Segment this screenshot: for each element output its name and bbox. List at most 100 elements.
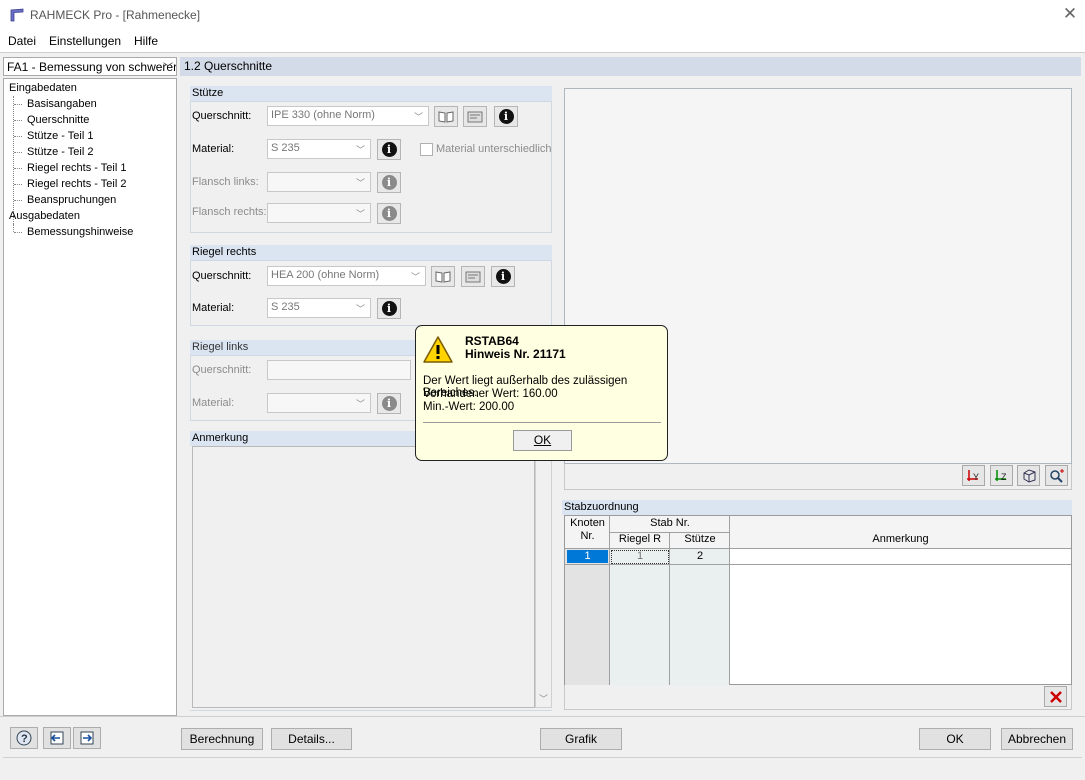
view-y-button[interactable]: Y: [962, 465, 985, 486]
design-case-select[interactable]: FA1 - Bemessung von schwerer ﹀: [3, 57, 177, 76]
zoom-icon: [1049, 469, 1064, 483]
group-title-stabzuordnung: Stabzuordnung: [562, 500, 1072, 515]
tree-connector: [14, 168, 22, 169]
section-edit-button[interactable]: [463, 106, 487, 127]
header-knoten-nr: Nr.: [580, 530, 595, 542]
flansch-links-info-button[interactable]: i: [377, 172, 401, 193]
header-knoten: Knoten: [570, 517, 605, 529]
riegel-links-material-info-button[interactable]: i: [377, 393, 401, 414]
next-page-button[interactable]: [73, 727, 101, 749]
tree-connector: [14, 232, 22, 233]
tree-item-riegel-rechts-teil-1[interactable]: Riegel rechts - Teil 1: [27, 162, 126, 174]
stuetze-querschnitt-value: IPE 330 (ohne Norm): [271, 109, 375, 121]
menu-datei[interactable]: Datei: [8, 34, 36, 48]
riegel-rechts-querschnitt-info-button[interactable]: i: [491, 266, 515, 287]
delete-row-button[interactable]: [1044, 686, 1067, 707]
grid-line: [729, 516, 730, 685]
divider: [190, 710, 552, 711]
zoom-reset-button[interactable]: [1045, 465, 1068, 486]
app-icon: [9, 7, 25, 23]
info-icon: i: [381, 175, 397, 190]
berechnung-button[interactable]: Berechnung: [181, 728, 263, 750]
cell-stuetze[interactable]: 2: [670, 550, 730, 562]
flansch-links-label: Flansch links:: [192, 176, 259, 188]
riegel-links-material-select[interactable]: ﹀: [267, 393, 371, 413]
material-unterschiedlich-label: Material unterschiedlich: [436, 143, 552, 155]
ok-button[interactable]: OK: [919, 728, 991, 750]
tree-item-eingabedaten[interactable]: Eingabedaten: [9, 82, 77, 94]
tree-item-beanspruchungen[interactable]: Beanspruchungen: [27, 194, 116, 206]
riegel-rechts-material-select[interactable]: S 235 ﹀: [267, 298, 371, 318]
design-case-value: FA1 - Bemessung von schwerer: [7, 60, 177, 74]
dialog-current-value: Vorhandener Wert: 160.00: [423, 388, 558, 400]
riegel-rechts-material-info-button[interactable]: i: [377, 298, 401, 319]
chevron-down-icon: ﹀: [355, 304, 365, 314]
stuetze-material-select[interactable]: S 235 ﹀: [267, 139, 371, 159]
library-book-button[interactable]: [434, 106, 458, 127]
divider: [0, 716, 1085, 717]
header-stab-nr: Stab Nr.: [650, 517, 690, 529]
riegel-rechts-querschnitt-label: Querschnitt:: [192, 270, 252, 282]
menu-einstellungen[interactable]: Einstellungen: [49, 34, 121, 48]
table-toolbar: [564, 685, 1072, 710]
view-3d-button[interactable]: [1017, 465, 1040, 486]
tree-item-bemessungshinweise[interactable]: Bemessungshinweise: [27, 226, 133, 238]
riegel-links-querschnitt-select[interactable]: [267, 360, 411, 380]
grid-line: [565, 564, 1071, 565]
book-icon: [435, 271, 451, 283]
riegel-rechts-querschnitt-value: HEA 200 (ohne Norm): [271, 269, 380, 281]
tree-connector: [14, 136, 22, 137]
flansch-rechts-info-button[interactable]: i: [377, 203, 401, 224]
tree-item-stuetze-teil-2[interactable]: Stütze - Teil 2: [27, 146, 93, 158]
library-book-button[interactable]: [431, 266, 455, 287]
grafik-button[interactable]: Grafik: [540, 728, 622, 750]
anmerkung-textarea[interactable]: [192, 446, 535, 708]
tree-connector: [14, 200, 22, 201]
tree-connector: [14, 104, 22, 105]
status-bar: [3, 757, 1082, 777]
riegel-rechts-material-label: Material:: [192, 302, 235, 314]
help-button[interactable]: ?: [10, 727, 38, 749]
dialog-separator: [423, 422, 661, 423]
riegel-rechts-material-value: S 235: [271, 301, 300, 313]
tree-item-stuetze-teil-1[interactable]: Stütze - Teil 1: [27, 130, 93, 142]
dialog-subtitle: Hinweis Nr. 21171: [465, 347, 566, 361]
previous-page-button[interactable]: [43, 727, 71, 749]
view-y-icon: Y: [966, 470, 979, 482]
abbrechen-button[interactable]: Abbrechen: [1001, 728, 1073, 750]
tree-item-basisangaben[interactable]: Basisangaben: [27, 98, 97, 110]
flansch-links-select[interactable]: ﹀: [267, 172, 371, 192]
stuetze-material-info-button[interactable]: i: [377, 139, 401, 160]
section-edit-icon: [465, 271, 481, 283]
arrow-right-icon: [80, 731, 94, 745]
close-icon[interactable]: ✕: [1061, 5, 1079, 23]
section-edit-button[interactable]: [461, 266, 485, 287]
tree-connector: [14, 120, 22, 121]
dialog-min-value: Min.-Wert: 200.00: [423, 401, 515, 413]
riegel-rechts-querschnitt-select[interactable]: HEA 200 (ohne Norm) ﹀: [267, 266, 426, 286]
menu-hilfe[interactable]: Hilfe: [134, 34, 158, 48]
info-icon: i: [381, 142, 397, 157]
tree-item-ausgabedaten[interactable]: Ausgabedaten: [9, 210, 80, 222]
view-z-icon-label: Z: [1001, 472, 1007, 482]
info-icon: i: [381, 396, 397, 411]
tree-item-querschnitte[interactable]: Querschnitte: [27, 114, 89, 126]
tree-item-riegel-rechts-teil-2[interactable]: Riegel rechts - Teil 2: [27, 178, 126, 190]
dialog-ok-button[interactable]: OK: [513, 430, 572, 451]
cell-riegel-r[interactable]: 1: [610, 550, 670, 562]
cell-anmerkung[interactable]: [730, 549, 1071, 564]
window-title: RAHMECK Pro - [Rahmenecke]: [30, 8, 201, 22]
stuetze-querschnitt-label: Querschnitt:: [192, 110, 252, 122]
tree-connector: [14, 184, 22, 185]
flansch-rechts-select[interactable]: ﹀: [267, 203, 371, 223]
details-button[interactable]: Details...: [271, 728, 352, 750]
row-header-column: [565, 549, 610, 685]
group-title-stuetze: Stütze: [190, 86, 552, 101]
tree-connector: [13, 224, 14, 232]
material-unterschiedlich-checkbox[interactable]: [420, 143, 433, 156]
stuetze-querschnitt-info-button[interactable]: i: [494, 106, 518, 127]
stuetze-querschnitt-select[interactable]: IPE 330 (ohne Norm) ﹀: [267, 106, 429, 126]
anmerkung-scrollbar[interactable]: ﹀: [535, 446, 552, 708]
view-z-button[interactable]: Z: [990, 465, 1013, 486]
stuetze-material-value: S 235: [271, 142, 300, 154]
